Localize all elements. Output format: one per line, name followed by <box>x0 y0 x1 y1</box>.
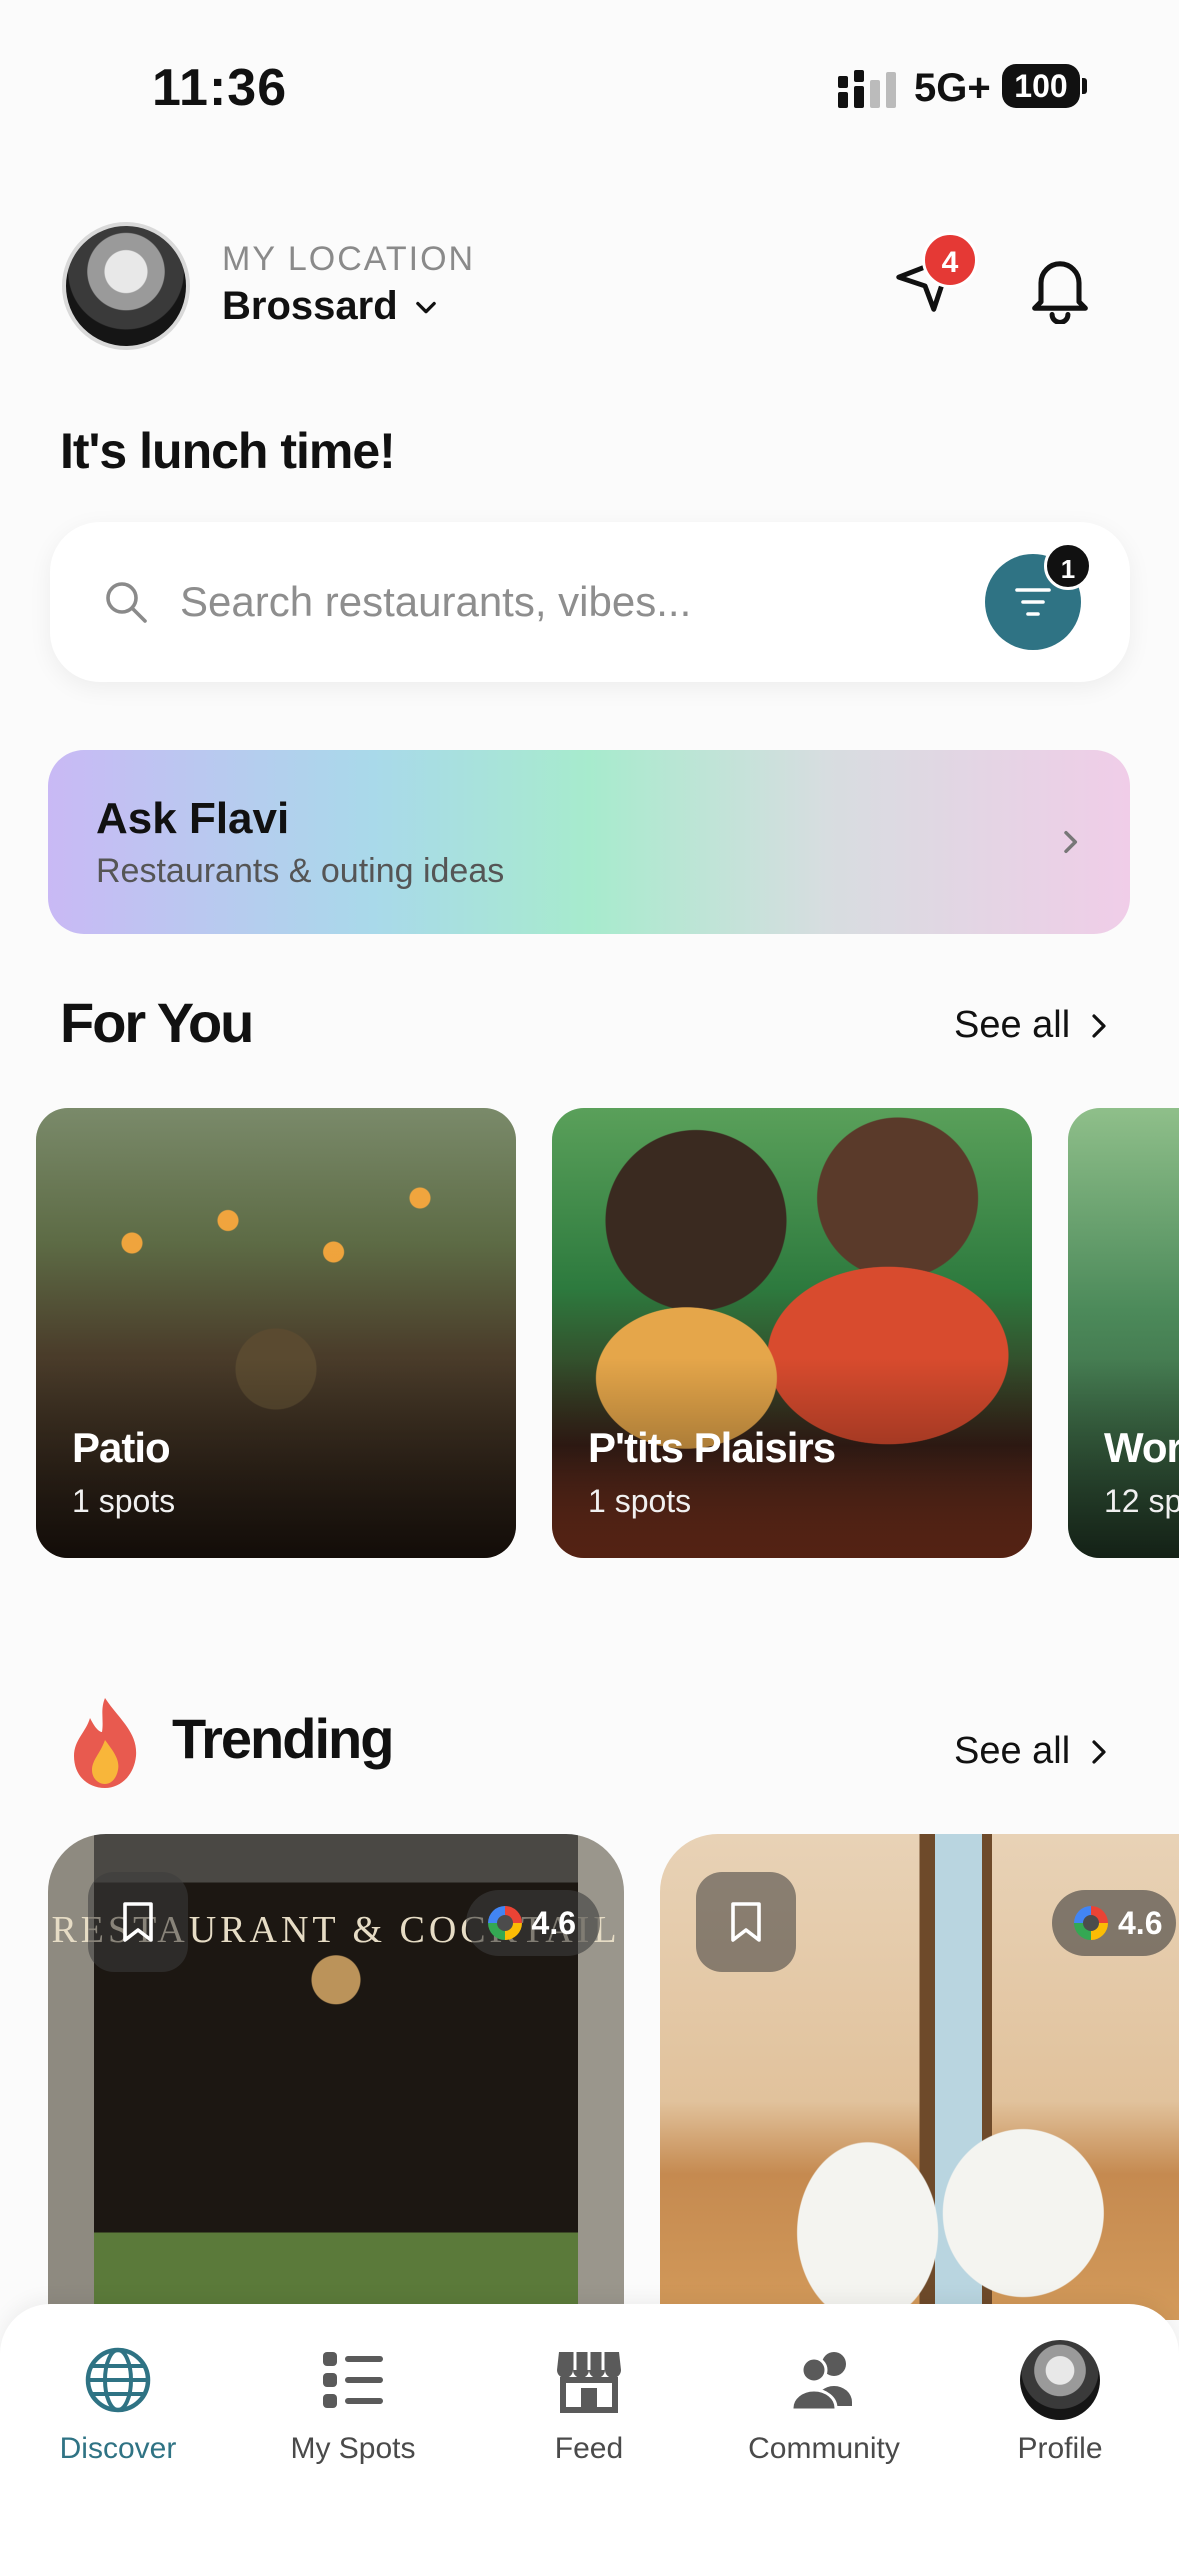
for-you-see-all[interactable]: See all <box>954 1004 1110 1047</box>
filter-badge: 1 <box>1044 542 1092 590</box>
battery-icon: 100 <box>1002 64 1080 108</box>
network-type: 5G+ <box>914 66 991 110</box>
bookmark-icon <box>731 1902 761 1942</box>
card-title: Patio <box>72 1424 171 1471</box>
location-value: Brossard <box>222 284 398 328</box>
tab-label: Discover <box>59 2432 177 2465</box>
bookmark-button[interactable] <box>696 1872 796 1972</box>
rating-value: 4.6 <box>531 1904 576 1941</box>
filter-icon <box>1015 588 1051 616</box>
trending-card[interactable]: RESTAURANT & COCKTAIL 4.6 <box>48 1834 624 2320</box>
for-you-card-world[interactable]: Wor 12 spo <box>1068 1108 1179 1558</box>
bookmark-button[interactable] <box>88 1872 188 1972</box>
for-you-card-ptits-plaisirs[interactable]: P'tits Plaisirs 1 spots <box>552 1108 1032 1558</box>
tab-bar: Discover My Spots Feed Community Profile <box>0 2304 1179 2556</box>
messages-badge: 4 <box>922 232 978 288</box>
tab-label: My Spots <box>290 2432 416 2465</box>
signal-icon <box>838 70 896 108</box>
storefront-icon <box>557 2352 621 2413</box>
list-icon <box>323 2352 383 2408</box>
card-count: 12 spo <box>1104 1483 1179 1519</box>
trending-title: Trending <box>172 1707 394 1770</box>
rating-value: 4.6 <box>1118 1904 1163 1941</box>
ask-flavi-title: Ask Flavi <box>96 794 290 843</box>
avatar[interactable] <box>62 222 190 350</box>
bookmark-icon <box>123 1902 153 1942</box>
google-icon <box>1074 1906 1108 1940</box>
tab-profile[interactable]: Profile <box>960 2340 1160 2466</box>
card-count: 1 spots <box>588 1483 692 1519</box>
status-bar: 11:36 5G+ 100 <box>0 0 1179 160</box>
for-you-card-patio[interactable]: Patio 1 spots <box>36 1108 516 1558</box>
search-bar[interactable] <box>50 522 1130 682</box>
card-title: Wor <box>1104 1424 1179 1471</box>
chevron-down-icon <box>415 301 436 313</box>
tab-label: Feed <box>554 2432 624 2465</box>
google-icon <box>487 1906 522 1940</box>
tab-my-spots[interactable]: My Spots <box>253 2344 453 2466</box>
ask-flavi-subtitle: Restaurants & outing ideas <box>96 852 505 890</box>
ask-flavi-banner[interactable]: Ask Flavi Restaurants & outing ideas <box>48 750 1130 934</box>
location-selector[interactable]: Brossard <box>222 284 440 329</box>
see-all-label: See all <box>954 1730 1071 1772</box>
for-you-title: For You <box>60 991 254 1054</box>
bell-icon[interactable] <box>1022 248 1098 324</box>
rating-badge: 4.6 <box>1052 1890 1177 1956</box>
people-icon <box>790 2352 852 2412</box>
chevron-right-icon <box>1092 1739 1106 1764</box>
see-all-label: See all <box>954 1004 1071 1046</box>
battery-tip <box>1082 78 1087 94</box>
tab-feed[interactable]: Feed <box>489 2344 689 2466</box>
avatar <box>1020 2340 1100 2420</box>
trending-see-all[interactable]: See all <box>954 1730 1110 1773</box>
card-count: 1 spots <box>72 1483 176 1519</box>
rating-badge: 4.6 <box>465 1890 600 1956</box>
location-label: MY LOCATION <box>222 240 476 278</box>
trending-card[interactable]: 4.6 <box>660 1834 1179 2320</box>
tab-discover[interactable]: Discover <box>18 2344 218 2466</box>
greeting: It's lunch time! <box>60 423 396 479</box>
card-title: P'tits Plaisirs <box>588 1424 836 1471</box>
search-icon <box>106 582 147 623</box>
chevron-right-icon <box>1064 830 1078 854</box>
status-time: 11:36 <box>152 59 288 117</box>
search-input[interactable] <box>180 572 880 632</box>
tab-community[interactable]: Community <box>724 2344 924 2466</box>
tab-label: Community <box>748 2432 900 2465</box>
flame-icon <box>74 1698 137 1788</box>
tab-label: Profile <box>1017 2432 1103 2465</box>
chevron-right-icon <box>1092 1013 1106 1038</box>
globe-icon <box>85 2347 151 2413</box>
